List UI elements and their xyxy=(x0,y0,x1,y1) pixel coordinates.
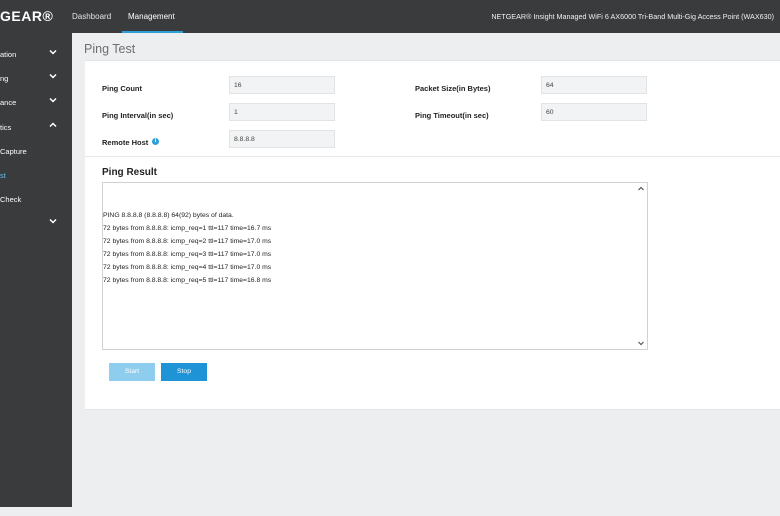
sidebar-item-label: tics xyxy=(0,123,12,132)
sidebar-item-maintenance[interactable]: ance xyxy=(0,92,72,114)
sidebar-item-collapsed[interactable] xyxy=(0,213,72,235)
packet-size-input[interactable] xyxy=(541,76,647,94)
netgear-logo[interactable]: GEAR® xyxy=(0,8,53,24)
sidebar-item-label: ation xyxy=(0,50,17,59)
top-bar: GEAR® Dashboard Management NETGEAR® Insi… xyxy=(0,0,780,33)
chevron-down-icon xyxy=(49,217,57,225)
sidebar-item-label: Capture xyxy=(0,147,27,156)
remote-host-input[interactable] xyxy=(229,130,335,148)
chevron-down-icon xyxy=(49,96,57,104)
device-title: NETGEAR® Insight Managed WiFi 6 AX6000 T… xyxy=(491,12,774,21)
ping-timeout-label: Ping Timeout(in sec) xyxy=(415,111,489,120)
sidebar-item-diagnostics[interactable]: tics xyxy=(0,117,72,139)
result-line: 72 bytes from 8.8.8.8: icmp_req=5 ttl=11… xyxy=(103,277,272,284)
tab-dashboard[interactable]: Dashboard xyxy=(72,0,111,33)
result-line: 72 bytes from 8.8.8.8: icmp_req=3 ttl=11… xyxy=(103,251,272,258)
ping-interval-label: Ping Interval(in sec) xyxy=(102,111,174,120)
result-line: 72 bytes from 8.8.8.8: icmp_req=1 ttl=11… xyxy=(103,225,272,232)
chevron-down-icon xyxy=(49,48,57,56)
start-button[interactable]: Start xyxy=(109,363,155,381)
section-divider xyxy=(85,156,780,157)
chevron-up-icon xyxy=(49,121,57,129)
ping-result-title: Ping Result xyxy=(102,167,158,178)
stop-button[interactable]: Stop xyxy=(161,363,207,381)
scroll-up-icon[interactable] xyxy=(637,185,645,193)
sidebar-item-health-check[interactable]: Check xyxy=(0,189,72,211)
sidebar-item-label: ance xyxy=(0,98,17,107)
scroll-down-icon[interactable] xyxy=(637,339,645,347)
page-title: Ping Test xyxy=(84,42,136,56)
result-line: 72 bytes from 8.8.8.8: icmp_req=2 ttl=11… xyxy=(103,238,272,245)
ping-count-label: Ping Count xyxy=(102,84,142,93)
ping-interval-input[interactable] xyxy=(229,103,335,121)
sidebar-item-packet-capture[interactable]: Capture xyxy=(0,141,72,163)
info-icon[interactable]: i xyxy=(152,138,159,145)
packet-size-label: Packet Size(in Bytes) xyxy=(415,84,491,93)
ping-timeout-input[interactable] xyxy=(541,103,647,121)
chevron-down-icon xyxy=(49,72,57,80)
ping-result-textarea[interactable]: PING 8.8.8.8 (8.8.8.8) 64(92) bytes of d… xyxy=(102,182,648,350)
sidebar-item-label: Check xyxy=(0,195,22,204)
sidebar: ation ng ance tics Capture st Check xyxy=(0,33,72,507)
remote-host-label: Remote Host xyxy=(102,138,149,147)
ping-result-output: PING 8.8.8.8 (8.8.8.8) 64(92) bytes of d… xyxy=(103,209,271,287)
sidebar-item-monitoring[interactable]: ng xyxy=(0,68,72,90)
sidebar-item-ping-test[interactable]: st xyxy=(0,165,72,187)
tab-management[interactable]: Management xyxy=(122,0,183,33)
result-line: 72 bytes from 8.8.8.8: icmp_req=4 ttl=11… xyxy=(103,264,272,271)
sidebar-item-label: ng xyxy=(0,74,9,83)
result-line: PING 8.8.8.8 (8.8.8.8) 64(92) bytes of d… xyxy=(103,212,234,219)
sidebar-item-label: st xyxy=(0,171,6,180)
ping-count-input[interactable] xyxy=(229,76,335,94)
sidebar-item-configuration[interactable]: ation xyxy=(0,44,72,66)
